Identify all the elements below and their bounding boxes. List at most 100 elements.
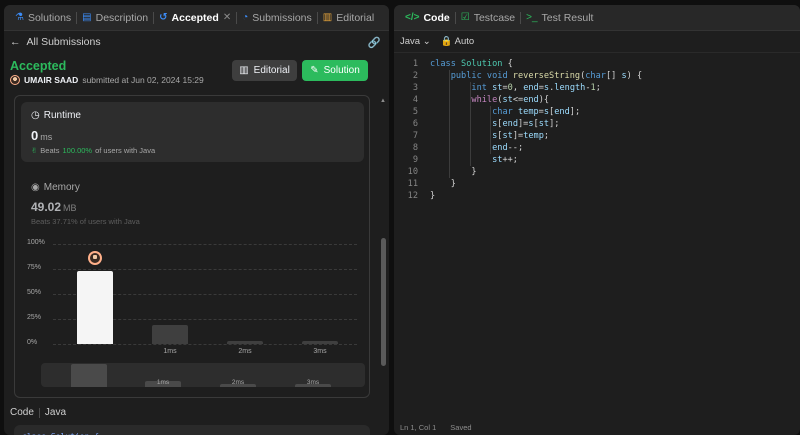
line-number: 10	[407, 167, 418, 177]
solution-button[interactable]: ✎ Solution	[302, 60, 368, 81]
language-select[interactable]: Java ⌄	[400, 36, 431, 47]
scrollbar[interactable]: ▲	[380, 98, 386, 435]
code-text: public void reverseString(char[] s) {	[450, 71, 643, 81]
code-text: }	[430, 191, 436, 201]
y-tick-label: 75%	[27, 264, 42, 271]
indent-guide	[469, 82, 471, 166]
tab-solutions[interactable]: ⚗ Solutions	[10, 5, 76, 31]
bar-1ms[interactable]	[152, 325, 188, 344]
editor-toolbar: Java ⌄ 🔒 Auto	[394, 31, 800, 53]
gridline	[53, 244, 357, 245]
runtime-value: 0	[31, 128, 39, 143]
submission-panel: ⚗ Solutions ▤ Description ↺ Accepted ✕ ◔…	[4, 5, 389, 435]
book-icon: ▥	[322, 12, 333, 23]
result-card: ◷ Runtime 0 ms ✌ Beats 100.00% of users w…	[14, 95, 370, 398]
code-section-header: Code Java	[10, 407, 66, 418]
code-preview: class Solution {	[14, 425, 370, 435]
code-text: int st=0, end=s.length-1;	[471, 83, 601, 93]
left-tabbar: ⚗ Solutions ▤ Description ↺ Accepted ✕ ◔…	[4, 5, 389, 31]
scrubber-label: 1ms	[156, 379, 170, 386]
bar-3ms[interactable]	[302, 341, 338, 344]
x-tick-label: 1ms	[163, 348, 177, 355]
gridline	[53, 344, 357, 345]
tab-testcase[interactable]: ☑ Testcase	[456, 5, 520, 31]
clock-icon: ↺	[159, 12, 168, 23]
runtime-box[interactable]: ◷ Runtime 0 ms ✌ Beats 100.00% of users w…	[21, 102, 364, 162]
close-icon[interactable]: ✕	[223, 12, 231, 23]
link-icon[interactable]: 🔗	[368, 36, 381, 49]
document-icon: ▤	[82, 12, 92, 23]
tab-code[interactable]: </> Code	[400, 5, 455, 31]
code-icon: </>	[405, 12, 420, 23]
code-panel: </> Code ☑ Testcase >_ Test Result Java …	[394, 5, 800, 435]
beats-label: Beats	[40, 146, 60, 155]
line-number: 3	[412, 83, 418, 93]
code-text: st++;	[492, 155, 518, 165]
tab-accepted[interactable]: ↺ Accepted ✕	[154, 5, 236, 31]
scroll-up-icon[interactable]: ▲	[380, 98, 386, 104]
tab-editorial[interactable]: ▥ Editorial	[318, 5, 379, 31]
clock-icon: ◷	[31, 110, 40, 121]
runtime-distribution-chart: 100% 75% 50% 25% 0% 1ms 2ms 3ms	[15, 236, 369, 356]
chevron-down-icon: ⌄	[422, 36, 431, 47]
beats-percent: 100.00%	[62, 146, 93, 155]
code-line: 6 s[end]=s[st];	[394, 118, 800, 130]
history-icon: ◔	[242, 12, 249, 23]
tab-description[interactable]: ▤ Description	[77, 5, 153, 31]
indent-guide	[490, 106, 492, 154]
cursor-position: Ln 1, Col 1	[400, 422, 437, 432]
memory-value: 49.02	[31, 200, 62, 214]
lock-icon: 🔒	[440, 36, 453, 47]
code-line: 9 st++;	[394, 154, 800, 166]
code-text: class Solution {	[430, 59, 513, 69]
code-text: char temp=s[end];	[492, 107, 581, 117]
submitter-name[interactable]: UMAIR SAAD	[24, 75, 78, 85]
line-number: 7	[412, 131, 418, 141]
memory-title: Memory	[43, 182, 80, 193]
memory-box[interactable]: ◉ Memory 49.02 MB Beats 37.71% of users w…	[31, 182, 231, 226]
line-number: 8	[412, 143, 418, 153]
edit-icon: ✎	[310, 65, 319, 76]
code-text: }	[430, 167, 477, 177]
editorial-button[interactable]: ▥ Editorial	[232, 60, 297, 81]
submission-subheader: ← All Submissions 🔗	[4, 31, 389, 53]
x-tick-label: 3ms	[313, 348, 327, 355]
code-language: Java	[44, 407, 67, 418]
mode-toggle[interactable]: 🔒 Auto	[441, 36, 475, 47]
code-line: 5 char temp=s[end];	[394, 106, 800, 118]
chart-range-scrubber[interactable]: 1ms 2ms 3ms	[41, 363, 365, 387]
line-number: 12	[407, 191, 418, 201]
line-number: 4	[412, 95, 418, 105]
checkbox-icon: ☑	[460, 12, 470, 23]
code-line: 10 }	[394, 166, 800, 178]
avatar[interactable]	[10, 75, 20, 85]
line-number: 11	[407, 179, 418, 189]
tab-submissions[interactable]: ◔ Submissions	[237, 5, 317, 31]
flask-icon: ⚗	[15, 12, 24, 23]
line-number: 9	[412, 155, 418, 165]
bar-2ms[interactable]	[227, 341, 263, 344]
bar-0ms[interactable]	[77, 271, 113, 344]
gridline	[53, 269, 357, 270]
line-number: 6	[412, 119, 418, 129]
right-tabbar: </> Code ☑ Testcase >_ Test Result	[394, 5, 800, 31]
scrubber-label: 3ms	[306, 379, 320, 386]
code-editor[interactable]: 1 class Solution {2 public void reverseSt…	[394, 55, 800, 405]
code-line: 8 end--;	[394, 142, 800, 154]
scroll-thumb[interactable]	[381, 238, 386, 366]
code-line: 1 class Solution {	[394, 58, 800, 70]
memory-unit: MB	[63, 203, 77, 213]
runtime-unit: ms	[40, 132, 53, 142]
arrow-left-icon: ←	[10, 36, 21, 48]
book-icon: ▥	[239, 65, 249, 76]
editor-statusbar: Ln 1, Col 1 Saved	[394, 419, 800, 435]
code-text: }	[430, 179, 456, 189]
memory-icon: ◉	[31, 182, 40, 193]
tab-test-result[interactable]: >_ Test Result	[521, 5, 598, 31]
status-title: Accepted	[10, 59, 67, 73]
back-link[interactable]: ← All Submissions	[10, 36, 101, 48]
code-line: 11 }	[394, 178, 800, 190]
code-line: 7 s[st]=temp;	[394, 130, 800, 142]
code-line: 12}	[394, 190, 800, 202]
line-number: 2	[412, 71, 418, 81]
